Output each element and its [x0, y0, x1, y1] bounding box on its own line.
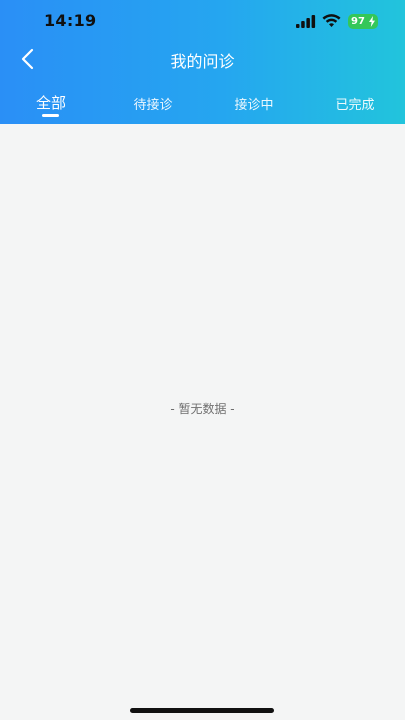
signal-icon	[296, 15, 316, 28]
tab-all[interactable]: 全部	[28, 92, 74, 122]
tab-active-indicator	[42, 114, 59, 117]
tab-label: 全部	[35, 94, 66, 112]
battery-icon: 97	[348, 14, 378, 29]
tab-label: 接诊中	[234, 98, 274, 113]
tab-bar: 全部 待接诊 接诊中 已完成	[0, 90, 405, 124]
page-title: 我的问诊	[170, 52, 235, 71]
tab-label: 待接诊	[133, 98, 173, 113]
nav-bar: 我的问诊	[0, 44, 405, 74]
tab-in-progress[interactable]: 接诊中	[225, 94, 283, 124]
tab-pending[interactable]: 待接诊	[124, 94, 182, 124]
battery-level: 97	[351, 16, 365, 27]
header: 14:19 97 我的问诊 全部 待接诊 接诊中 已完成	[0, 0, 405, 124]
tab-label: 已完成	[335, 98, 375, 113]
status-time: 14:19	[44, 11, 97, 30]
tab-completed[interactable]: 已完成	[326, 94, 384, 124]
home-indicator[interactable]	[130, 708, 274, 713]
status-bar: 14:19 97	[0, 0, 405, 44]
empty-state-text: - 暂无数据 -	[170, 402, 235, 416]
charging-bolt-icon	[369, 16, 375, 27]
wifi-icon	[322, 14, 341, 27]
